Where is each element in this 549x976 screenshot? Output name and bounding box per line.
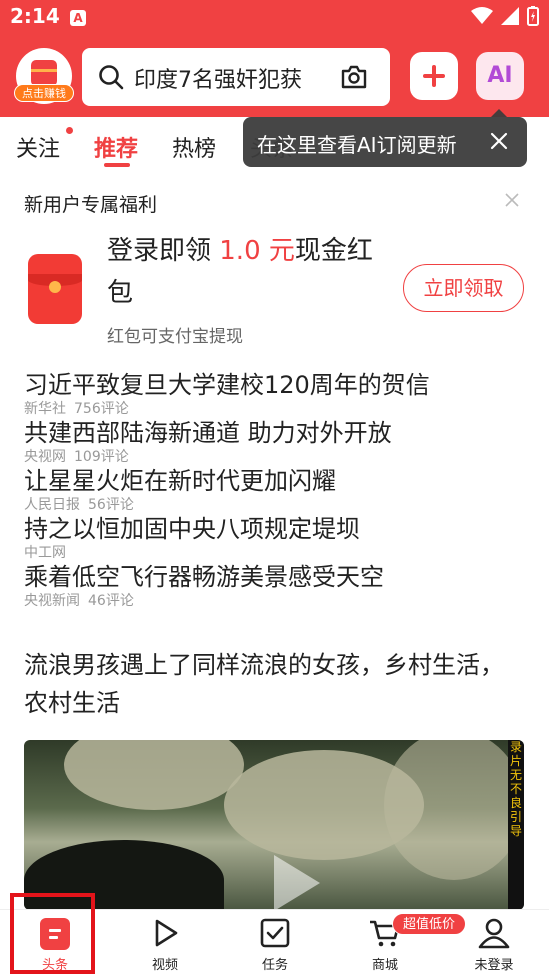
news-meta: 人民日报 56评论 <box>24 496 524 514</box>
rock-texture <box>384 740 524 880</box>
news-meta: 中工网 <box>24 544 524 562</box>
news-title: 共建西部陆海新通道 助力对外开放 <box>24 419 392 447</box>
app-screen: 2:14 A 点击赚钱 印度7名强奸犯获 AI 关注 推荐 热榜 头条 在这里查… <box>0 0 549 976</box>
news-item[interactable]: 共建西部陆海新通道 助力对外开放 央视网 109评论 <box>24 418 524 466</box>
news-source: 人民日报 <box>24 497 80 513</box>
news-meta: 央视新闻 46评论 <box>24 592 524 610</box>
news-item[interactable]: 持之以恒加固中央八项规定堤坝 中工网 <box>24 514 524 562</box>
news-comments: 756评论 <box>74 401 129 417</box>
tab-follow[interactable]: 关注 <box>16 131 60 163</box>
video-caption: 录片 无不良引导 <box>510 740 523 838</box>
nav-login-label: 未登录 <box>474 958 514 973</box>
promo-headline: 登录即领 1.0 元现金红包 <box>107 230 387 314</box>
promo-prefix: 登录即领 <box>107 236 220 266</box>
publish-button[interactable] <box>410 52 458 100</box>
search-query[interactable]: 印度7名强奸犯获 <box>134 62 334 92</box>
news-comments: 46评论 <box>88 593 134 609</box>
status-bar: 2:14 A <box>0 0 549 36</box>
promo-amount: 1.0 元 <box>219 236 295 266</box>
news-source: 央视网 <box>24 449 66 465</box>
news-source: 央视新闻 <box>24 593 80 609</box>
follow-update-dot <box>66 127 73 134</box>
focus-highlight-box <box>10 893 95 974</box>
camera-icon[interactable] <box>340 64 368 90</box>
news-title: 让星星火炬在新时代更加闪耀 <box>24 467 336 495</box>
tab-hot[interactable]: 热榜 <box>172 131 216 163</box>
close-icon[interactable] <box>489 131 509 151</box>
news-item[interactable]: 乘着低空飞行器畅游美景感受天空 央视新闻 46评论 <box>24 562 524 610</box>
wifi-icon <box>471 7 493 24</box>
ai-button[interactable]: AI <box>476 52 524 100</box>
tooltip-text: 在这里查看AI订阅更新 <box>257 133 457 157</box>
news-title: 乘着低空飞行器畅游美景感受天空 <box>24 563 384 591</box>
signal-icon <box>501 7 519 25</box>
ai-subscription-tooltip[interactable]: 在这里查看AI订阅更新 <box>243 109 527 167</box>
news-meta: 新华社 756评论 <box>24 400 524 418</box>
nav-tasks-label: 任务 <box>261 958 288 973</box>
feature-article-title[interactable]: 流浪男孩遇上了同样流浪的女孩，乡村生活，农村生活 <box>24 646 504 722</box>
user-icon <box>478 918 510 949</box>
nav-mall-label: 商城 <box>371 958 398 973</box>
battery-icon <box>527 6 539 26</box>
promo-subtitle: 红包可支付宝提现 <box>107 327 243 347</box>
tab-recommend[interactable]: 推荐 <box>94 131 138 163</box>
news-source: 新华社 <box>24 401 66 417</box>
news-title: 持之以恒加固中央八项规定堤坝 <box>24 515 360 543</box>
news-item[interactable]: 习近平致复旦大学建校120周年的贺信 新华社 756评论 <box>24 370 524 418</box>
news-source: 中工网 <box>24 545 66 561</box>
news-title: 习近平致复旦大学建校120周年的贺信 <box>24 371 430 399</box>
news-meta: 央视网 109评论 <box>24 448 524 466</box>
app-notification-icon: A <box>70 10 86 26</box>
rock-texture <box>64 740 244 810</box>
promo-title: 新用户专属福利 <box>24 194 158 216</box>
play-icon[interactable] <box>274 855 320 910</box>
promo-close-icon[interactable] <box>504 192 520 208</box>
task-check-icon <box>260 918 290 948</box>
active-tab-indicator <box>104 163 130 167</box>
nav-tasks[interactable]: 任务 <box>220 910 330 976</box>
red-packet-icon <box>28 254 82 324</box>
news-item[interactable]: 让星星火炬在新时代更加闪耀 人民日报 56评论 <box>24 466 524 514</box>
earn-coins-label: 点击赚钱 <box>14 84 74 102</box>
search-bar[interactable]: 印度7名强奸犯获 <box>82 48 390 106</box>
video-thumbnail[interactable]: 录片 无不良引导 <box>24 740 524 910</box>
red-envelope-icon <box>31 60 57 86</box>
status-time: 2:14 <box>10 4 60 28</box>
claim-button[interactable]: 立即领取 <box>403 264 524 312</box>
news-comments: 109评论 <box>74 449 129 465</box>
play-outline-icon <box>155 919 178 947</box>
nav-video[interactable]: 视频 <box>110 910 220 976</box>
nav-video-label: 视频 <box>151 958 178 973</box>
earn-coins-button[interactable]: 点击赚钱 <box>14 48 74 104</box>
search-icon <box>99 65 124 90</box>
news-comments: 56评论 <box>88 497 134 513</box>
mall-promo-badge: 超值低价 <box>392 913 466 935</box>
status-icons <box>471 6 539 26</box>
